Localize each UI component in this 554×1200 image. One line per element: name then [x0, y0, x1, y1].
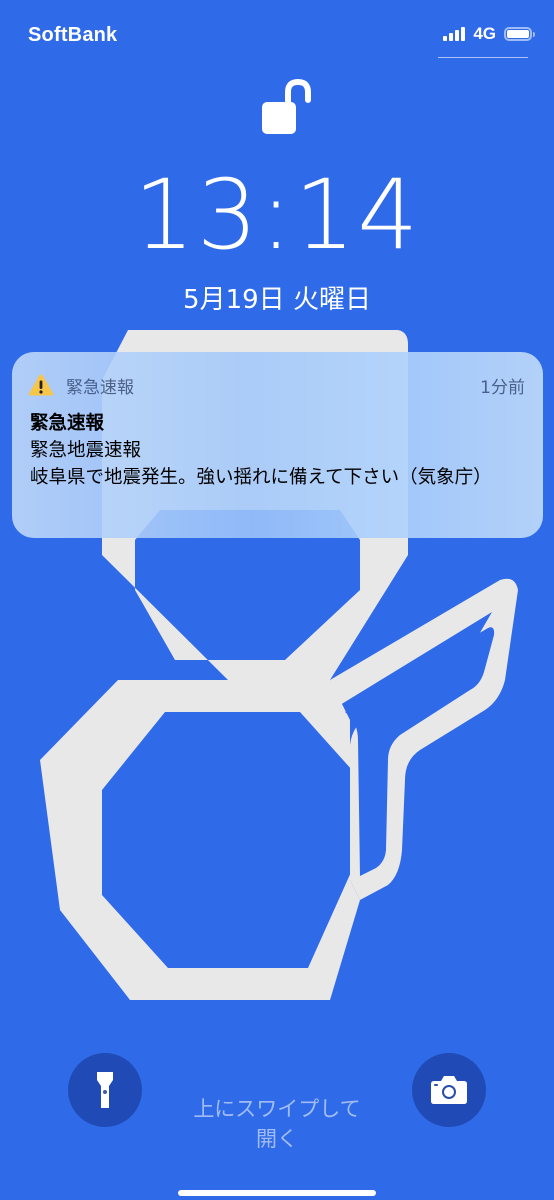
- swipe-hint-line-2: 開く: [256, 1127, 298, 1151]
- camera-button[interactable]: [412, 1053, 486, 1127]
- notification-header: 緊急速報 1分前: [28, 370, 525, 400]
- battery-icon: [504, 27, 535, 41]
- signal-bars-icon: [443, 27, 467, 41]
- lock-screen-date: 5月19日 火曜日: [183, 285, 371, 315]
- status-indicators: 4G: [443, 24, 535, 44]
- warning-icon: [28, 374, 54, 396]
- emergency-alert-notification[interactable]: 緊急速報 1分前 緊急速報 緊急地震速報 岐阜県で地震発生。強い揺れに備えて下さ…: [12, 352, 543, 538]
- home-indicator[interactable]: [178, 1190, 376, 1196]
- status-bar: SoftBank 4G: [0, 0, 554, 70]
- notification-line-2: 岐阜県で地震発生。強い揺れに備えて下さい（気象庁）: [30, 467, 492, 488]
- notification-time: 1分前: [480, 377, 525, 398]
- carrier-name: SoftBank: [28, 24, 118, 46]
- network-type: 4G: [473, 24, 496, 43]
- camera-icon: [431, 1076, 467, 1104]
- notification-line-1: 緊急地震速報: [30, 440, 142, 461]
- flashlight-icon: [97, 1072, 113, 1108]
- lock-screen-time: 13:14: [133, 159, 421, 271]
- notification-body: 緊急速報 緊急地震速報 岐阜県で地震発生。強い揺れに備えて下さい（気象庁）: [30, 410, 525, 491]
- swipe-hint-line-1: 上にスワイプして: [193, 1097, 361, 1121]
- control-center-indicator[interactable]: [438, 57, 528, 58]
- notification-app-name: 緊急速報: [66, 377, 134, 398]
- notification-title: 緊急速報: [30, 413, 105, 434]
- unlocked-padlock-icon: [262, 78, 311, 134]
- swipe-to-unlock-hint: 上にスワイプして 開く: [160, 1094, 394, 1154]
- flashlight-button[interactable]: [68, 1053, 142, 1127]
